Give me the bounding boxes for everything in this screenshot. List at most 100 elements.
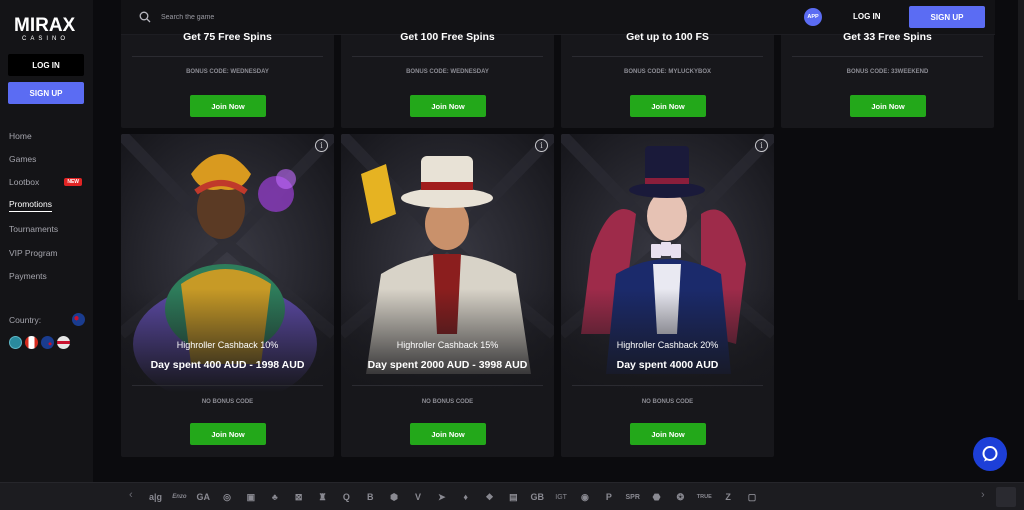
- globe-flag-icon[interactable]: [9, 336, 22, 349]
- sidebar-signup-button[interactable]: SIGN UP: [8, 82, 84, 104]
- provider-logo[interactable]: ◎: [216, 489, 239, 505]
- promo-title: Get up to 100 FS: [626, 31, 709, 43]
- sidebar-item-label: Promotions: [9, 199, 52, 213]
- chat-bubble-icon: [982, 446, 998, 462]
- provider-logo[interactable]: ❂: [669, 489, 692, 505]
- sidebar-item-games[interactable]: Games: [9, 147, 89, 170]
- australia-flag-icon[interactable]: [72, 313, 85, 326]
- app-button[interactable]: APP: [804, 8, 822, 26]
- cashback-card: i Highroller Cashback 20% Day spent 4000…: [561, 134, 774, 457]
- promo-card: Get 75 Free Spins BONUS CODE: WEDNESDAY …: [121, 31, 334, 128]
- divider: [132, 385, 323, 386]
- provider-logo[interactable]: ◉: [573, 489, 596, 505]
- logo[interactable]: MIRAX CASINO: [14, 15, 78, 42]
- cashback-subtitle: Highroller Cashback 10%: [176, 340, 279, 350]
- divider: [792, 56, 983, 57]
- divider: [352, 385, 543, 386]
- sidebar-item-promotions[interactable]: Promotions: [9, 194, 89, 217]
- promo-title: Get 75 Free Spins: [183, 31, 272, 43]
- cashback-headline: Day spent 4000 AUD: [616, 359, 719, 371]
- info-icon[interactable]: i: [755, 139, 768, 152]
- cashback-card: i Highroller Cashback 15% Day spent 2000…: [341, 134, 554, 457]
- cashback-subtitle: Highroller Cashback 20%: [616, 340, 719, 350]
- bonus-code: BONUS CODE: MYLUCKYBOX: [623, 69, 711, 75]
- magician-character-illustration: [561, 134, 774, 392]
- provider-logo[interactable]: ♦: [454, 489, 477, 505]
- promo-title: Get 100 Free Spins: [400, 31, 495, 43]
- provider-logo[interactable]: Enzo: [168, 489, 191, 505]
- provider-logo[interactable]: TRUE: [693, 489, 716, 505]
- bonus-code: BONUS CODE: WEDNESDAY: [186, 69, 269, 75]
- sidebar-item-home[interactable]: Home: [9, 124, 89, 147]
- sidebar-item-label: Payments: [9, 271, 47, 282]
- live-chat-button[interactable]: [973, 437, 1007, 471]
- cashback-card: i Highroller Cashback 10% Day spent 400 …: [121, 134, 334, 457]
- provider-logo[interactable]: Q: [335, 489, 358, 505]
- provider-next-icon[interactable]: ›: [981, 489, 985, 501]
- sidebar-item-label: Lootbox: [9, 177, 40, 188]
- join-now-button[interactable]: Join Now: [190, 423, 266, 445]
- search-input[interactable]: [161, 9, 461, 25]
- provider-prev-icon[interactable]: ‹: [129, 489, 133, 501]
- cashback-headline: Day spent 2000 AUD - 3998 AUD: [367, 359, 528, 371]
- search-icon[interactable]: [139, 11, 151, 23]
- divider: [132, 56, 323, 57]
- provider-logo[interactable]: ▢: [740, 489, 763, 505]
- sidebar-item-lootbox[interactable]: Lootbox NEW: [9, 171, 89, 194]
- join-now-button[interactable]: Join Now: [410, 95, 486, 117]
- new-badge: NEW: [64, 178, 82, 187]
- provider-logo[interactable]: ⬢: [383, 489, 406, 505]
- provider-logo[interactable]: a|g: [144, 489, 167, 505]
- canada-flag-icon[interactable]: [25, 336, 38, 349]
- provider-logo[interactable]: ▤: [502, 489, 525, 505]
- join-now-button[interactable]: Join Now: [410, 423, 486, 445]
- provider-logo[interactable]: Z: [717, 489, 740, 505]
- provider-logo[interactable]: SPR: [621, 489, 644, 505]
- divider: [352, 56, 543, 57]
- provider-logo[interactable]: ▣: [239, 489, 262, 505]
- provider-logo[interactable]: IGT: [550, 489, 573, 505]
- sidebar-item-tournaments[interactable]: Tournaments: [9, 218, 89, 241]
- country-label: Country:: [9, 314, 42, 325]
- provider-list: a|g Enzo GA ◎ ▣ ♣ ⊠ ♜ Q B ⬢ V ➤ ♦ ❖ ▤ GB…: [144, 489, 764, 505]
- join-now-button[interactable]: Join Now: [850, 95, 926, 117]
- gambler-character-illustration: [341, 134, 554, 392]
- top-bar: APP LOG IN SIGN UP: [121, 0, 995, 35]
- bonus-code: BONUS CODE: WEDNESDAY: [406, 69, 489, 75]
- join-now-button[interactable]: Join Now: [630, 95, 706, 117]
- logo-text: MIRAX: [14, 15, 76, 36]
- sidebar-item-vip-program[interactable]: VIP Program: [9, 241, 89, 264]
- austria-flag-icon[interactable]: [57, 336, 70, 349]
- provider-logo[interactable]: GA: [192, 489, 215, 505]
- provider-logo[interactable]: B: [359, 489, 382, 505]
- provider-logo[interactable]: P: [597, 489, 620, 505]
- info-icon[interactable]: i: [535, 139, 548, 152]
- country-flags: [9, 336, 70, 349]
- provider-logo[interactable]: ❖: [478, 489, 501, 505]
- sidebar-nav: Home Games Lootbox NEW Promotions Tournam…: [9, 124, 89, 288]
- sidebar-item-payments[interactable]: Payments: [9, 264, 89, 287]
- cashback-headline: Day spent 400 AUD - 1998 AUD: [150, 359, 305, 371]
- provider-logo[interactable]: ♣: [263, 489, 286, 505]
- provider-logo[interactable]: ♜: [311, 489, 334, 505]
- divider: [572, 385, 763, 386]
- join-now-button[interactable]: Join Now: [190, 95, 266, 117]
- provider-logo[interactable]: GB: [526, 489, 549, 505]
- provider-logo[interactable]: ⊠: [287, 489, 310, 505]
- promo-title: Get 33 Free Spins: [843, 31, 932, 43]
- join-now-button[interactable]: Join Now: [630, 423, 706, 445]
- provider-grid-icon[interactable]: [996, 487, 1016, 507]
- provider-logo[interactable]: V: [406, 489, 429, 505]
- signup-button[interactable]: SIGN UP: [909, 6, 985, 28]
- new-zealand-flag-icon[interactable]: [41, 336, 54, 349]
- cashback-subtitle: Highroller Cashback 15%: [396, 340, 499, 350]
- sidebar-item-label: VIP Program: [9, 247, 58, 258]
- sidebar-item-label: Home: [9, 130, 32, 141]
- login-button[interactable]: LOG IN: [843, 10, 891, 23]
- sidebar-login-button[interactable]: LOG IN: [8, 54, 84, 76]
- country-selector[interactable]: Country:: [9, 313, 85, 326]
- info-icon[interactable]: i: [315, 139, 328, 152]
- provider-logo[interactable]: ➤: [430, 489, 453, 505]
- provider-logo[interactable]: ⬣: [645, 489, 668, 505]
- page-scrollbar[interactable]: [1018, 0, 1024, 300]
